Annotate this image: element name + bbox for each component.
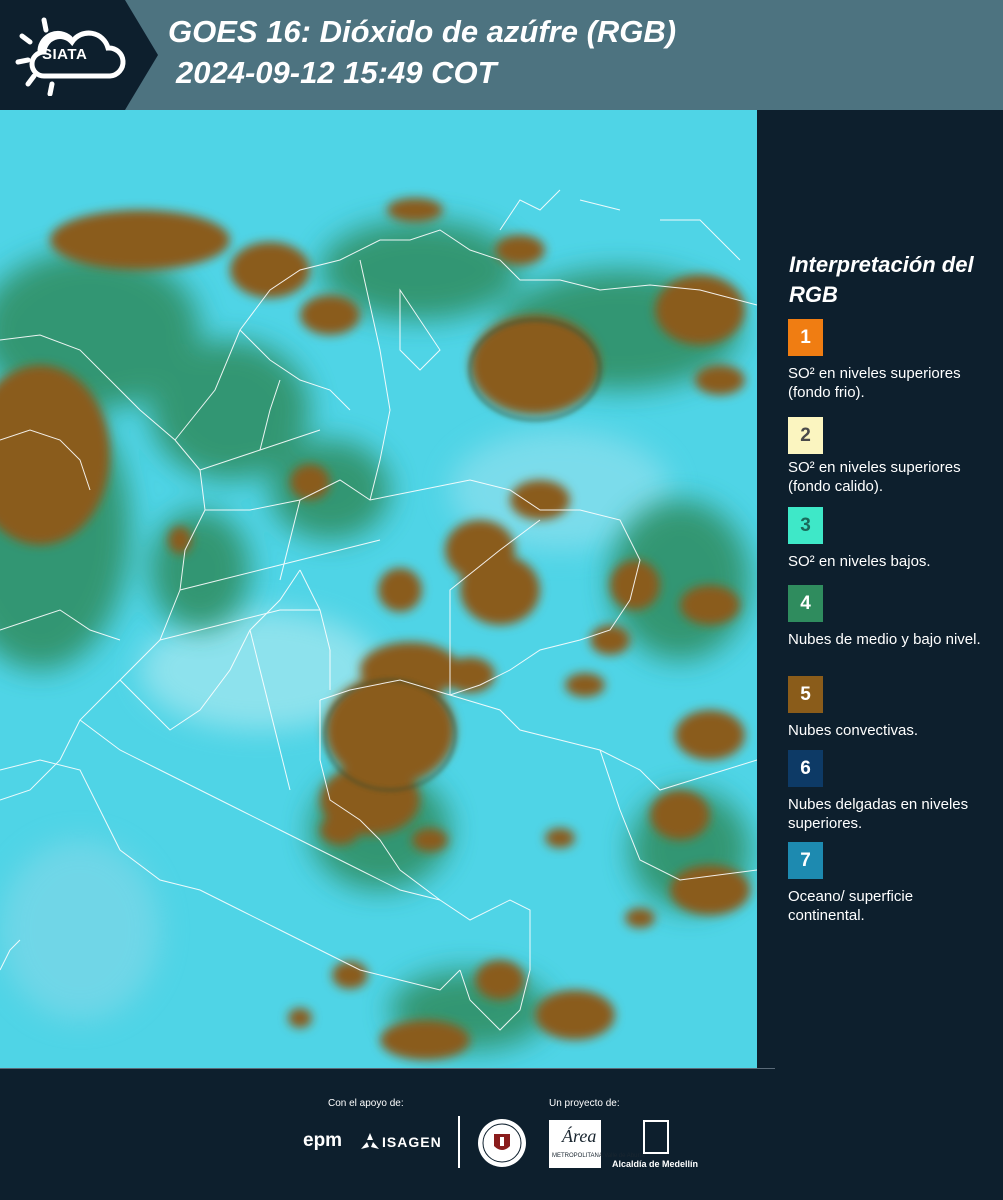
legend-swatch: 1 xyxy=(788,319,823,356)
rgb-image xyxy=(0,110,757,1068)
legend-item-4: 4 Nubes de medio y bajo nivel. xyxy=(788,585,993,649)
alcaldia-logo[interactable]: Alcaldía de Medellín xyxy=(612,1159,698,1169)
legend-number: 7 xyxy=(800,849,811,871)
legend-number: 3 xyxy=(800,514,811,536)
legend-swatch: 5 xyxy=(788,676,823,713)
satellite-map[interactable] xyxy=(0,110,757,1068)
legend-text: SO² en niveles bajos. xyxy=(788,553,931,570)
legend-title: Interpretación del RGB xyxy=(789,252,974,307)
epm-logo[interactable]: epm xyxy=(303,1130,342,1152)
area-logo-text: Área xyxy=(562,1126,597,1146)
legend-text: SO² en niveles superiores (fondo calido)… xyxy=(788,459,961,495)
legend-number: 2 xyxy=(800,424,811,446)
legend-number: 4 xyxy=(800,592,811,614)
legend-swatch: 7 xyxy=(788,842,823,879)
isagen-logo[interactable]: ISAGEN xyxy=(382,1134,442,1150)
legend-swatch: 3 xyxy=(788,507,823,544)
legend-text: Nubes delgadas en niveles superiores. xyxy=(788,796,969,832)
project-label: Un proyecto de: xyxy=(549,1098,620,1109)
legend-text: Nubes convectivas. xyxy=(788,722,919,739)
alcaldia-shield-icon xyxy=(643,1120,669,1154)
legend-number: 5 xyxy=(800,683,811,705)
header: SIATA GOES 16: Dióxido de azúfre (RGB) 2… xyxy=(0,0,1003,110)
page-title: GOES 16: Dióxido de azúfre (RGB) xyxy=(168,14,677,49)
university-seal-icon[interactable] xyxy=(477,1118,527,1168)
legend-item-2: 2 SO² en niveles superiores (fondo calid… xyxy=(788,417,993,496)
legend-item-7: 7 Oceano/ superficie continental. xyxy=(788,842,993,925)
isagen-icon xyxy=(361,1133,379,1149)
legend-item-5: 5 Nubes convectivas. xyxy=(788,676,993,740)
legend-item-3: 3 SO² en niveles bajos. xyxy=(788,507,993,571)
footer-divider-line xyxy=(0,1068,775,1069)
siata-logo[interactable]: SIATA xyxy=(0,0,158,110)
legend-text: Nubes de medio y bajo nivel. xyxy=(788,631,981,648)
legend-number: 1 xyxy=(800,326,811,348)
legend-panel: Interpretación del RGB 1 SO² en niveles … xyxy=(760,110,1003,1068)
legend-text: Oceano/ superficie continental. xyxy=(788,888,914,924)
page: SIATA GOES 16: Dióxido de azúfre (RGB) 2… xyxy=(0,0,1003,1200)
legend-item-6: 6 Nubes delgadas en niveles superiores. xyxy=(788,750,993,833)
legend-item-1: 1 SO² en niveles superiores (fondo frio)… xyxy=(788,319,993,402)
legend-text: SO² en niveles superiores (fondo frio). xyxy=(788,365,961,401)
timestamp: 2024-09-12 15:49 COT xyxy=(176,55,497,90)
logo-text: SIATA xyxy=(42,46,88,63)
footer: Con el apoyo de: Un proyecto de: epm ISA… xyxy=(0,1068,1003,1200)
footer-vertical-divider xyxy=(458,1116,460,1168)
legend-swatch: 6 xyxy=(788,750,823,787)
legend-swatch: 2 xyxy=(788,417,823,454)
legend-swatch: 4 xyxy=(788,585,823,622)
support-label: Con el apoyo de: xyxy=(328,1098,404,1109)
legend-number: 6 xyxy=(800,757,811,779)
